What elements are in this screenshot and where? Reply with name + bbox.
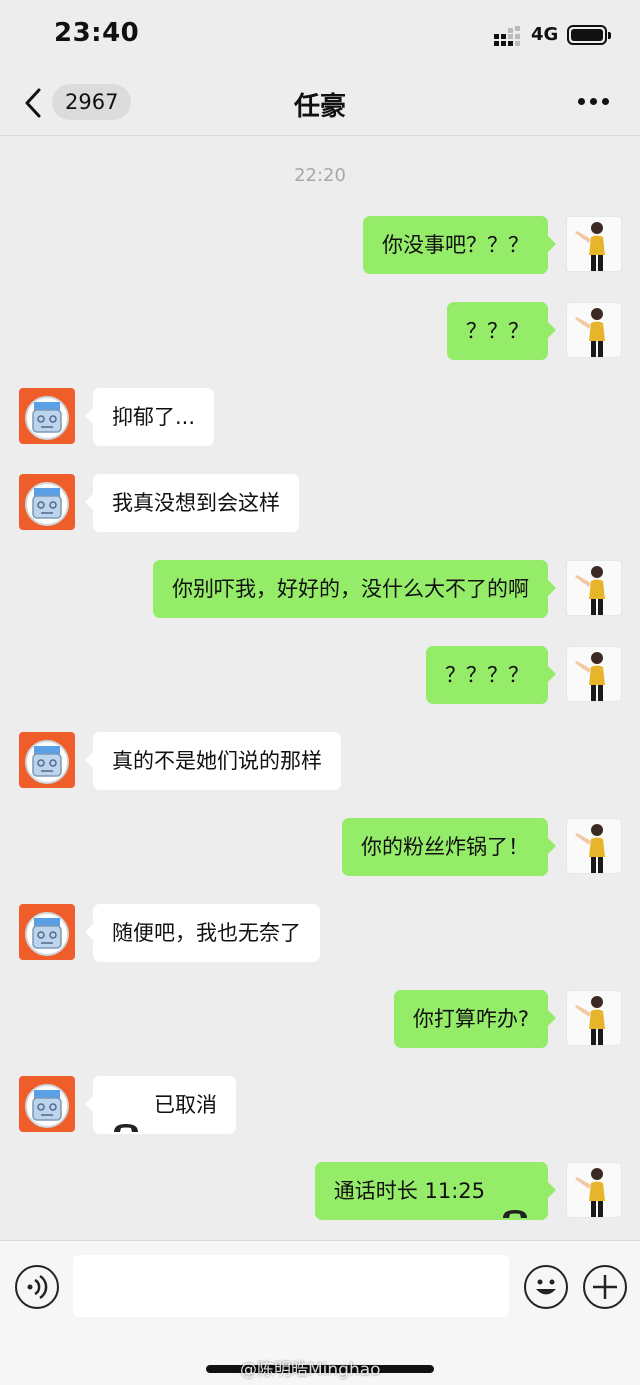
chat-title: 任豪	[293, 92, 346, 122]
voice-input-icon[interactable]	[15, 1265, 59, 1309]
sent-message: 你打算咋办?	[0, 990, 640, 1050]
my-avatar[interactable]	[566, 1162, 622, 1218]
my-avatar[interactable]	[566, 818, 622, 874]
sent-message: ？？？	[0, 302, 640, 362]
sent-message: 你没事吧？？？	[0, 216, 640, 276]
my-avatar[interactable]	[566, 560, 622, 616]
contact-avatar[interactable]	[19, 904, 75, 960]
network-label: 4G	[531, 24, 559, 45]
contact-avatar[interactable]	[19, 474, 75, 530]
received-message: 随便吧，我也无奈了	[0, 904, 640, 964]
my-avatar[interactable]	[566, 302, 622, 358]
message-bubble[interactable]: 你没事吧？？？	[363, 216, 556, 274]
message-text: 你没事吧？？？	[382, 233, 529, 257]
message-bubble[interactable]: 随便吧，我也无奈了	[85, 904, 320, 962]
more-options-icon[interactable]	[578, 98, 610, 108]
nav-bar: 2967 任豪	[0, 70, 640, 136]
plus-icon[interactable]	[583, 1265, 627, 1309]
message-text: 真的不是她们说的那样	[112, 749, 322, 773]
received-message: 我真没想到会这样	[0, 474, 640, 534]
phone-hangup-icon	[112, 1099, 140, 1132]
chat-area[interactable]: 22:20 你没事吧？？？ ？？？ 抑郁了... 我真没想到会这样你别吓我，好好的，没…	[0, 137, 640, 1237]
status-bar: 23:40 4G	[0, 0, 640, 70]
message-text: 你的粉丝炸锅了！	[361, 835, 529, 859]
sent-message: 你的粉丝炸锅了！	[0, 818, 640, 878]
message-bubble[interactable]: 抑郁了...	[84, 388, 215, 446]
my-avatar[interactable]	[566, 216, 622, 272]
phone-hangup-icon	[501, 1185, 529, 1218]
message-bubble[interactable]: ？？？	[447, 302, 556, 360]
emoji-icon[interactable]	[524, 1265, 568, 1309]
message-text: ？？？？	[445, 663, 529, 687]
message-text: 通话时长 11:25	[333, 1179, 485, 1203]
message-input[interactable]	[73, 1255, 509, 1317]
status-time: 23:40	[54, 18, 140, 48]
message-timestamp: 22:20	[294, 165, 346, 186]
message-text: 已取消	[154, 1093, 217, 1117]
message-bubble[interactable]: 我真没想到会这样	[85, 474, 299, 532]
message-text: 你别吓我，好好的，没什么大不了的啊	[172, 577, 529, 601]
message-text: 抑郁了...	[112, 405, 196, 429]
message-bubble[interactable]: 你别吓我，好好的，没什么大不了的啊	[153, 560, 556, 618]
my-avatar[interactable]	[566, 990, 622, 1046]
contact-avatar[interactable]	[19, 1076, 75, 1132]
contact-avatar[interactable]	[19, 388, 75, 444]
message-bubble[interactable]: 你的粉丝炸锅了！	[342, 818, 556, 876]
received-message: 抑郁了...	[0, 388, 640, 448]
message-bubble[interactable]: ？？？？	[426, 646, 556, 704]
message-text: 你打算咋办?	[412, 1007, 529, 1031]
signal-icon	[494, 26, 520, 46]
battery-icon	[567, 25, 611, 45]
message-bubble[interactable]: 真的不是她们说的那样	[85, 732, 341, 790]
contact-avatar[interactable]	[19, 732, 75, 788]
message-text: 随便吧，我也无奈了	[112, 921, 301, 945]
message-bubble[interactable]: 你打算咋办?	[393, 990, 557, 1048]
message-text: 我真没想到会这样	[112, 491, 280, 515]
message-bubble[interactable]: 通话时长 11:25	[314, 1162, 557, 1220]
message-text: ？？？	[466, 319, 529, 343]
message-bubble[interactable]: 已取消	[85, 1076, 236, 1134]
my-avatar[interactable]	[566, 646, 622, 702]
sent-message: 你别吓我，好好的，没什么大不了的啊	[0, 560, 640, 620]
received-message: 真的不是她们说的那样	[0, 732, 640, 792]
sent-message: ？？？？	[0, 646, 640, 706]
received-message: 已取消	[0, 1076, 640, 1136]
sent-message: 通话时长 11:25	[0, 1162, 640, 1222]
watermark: @陈明晧Minghao	[240, 1360, 381, 1380]
